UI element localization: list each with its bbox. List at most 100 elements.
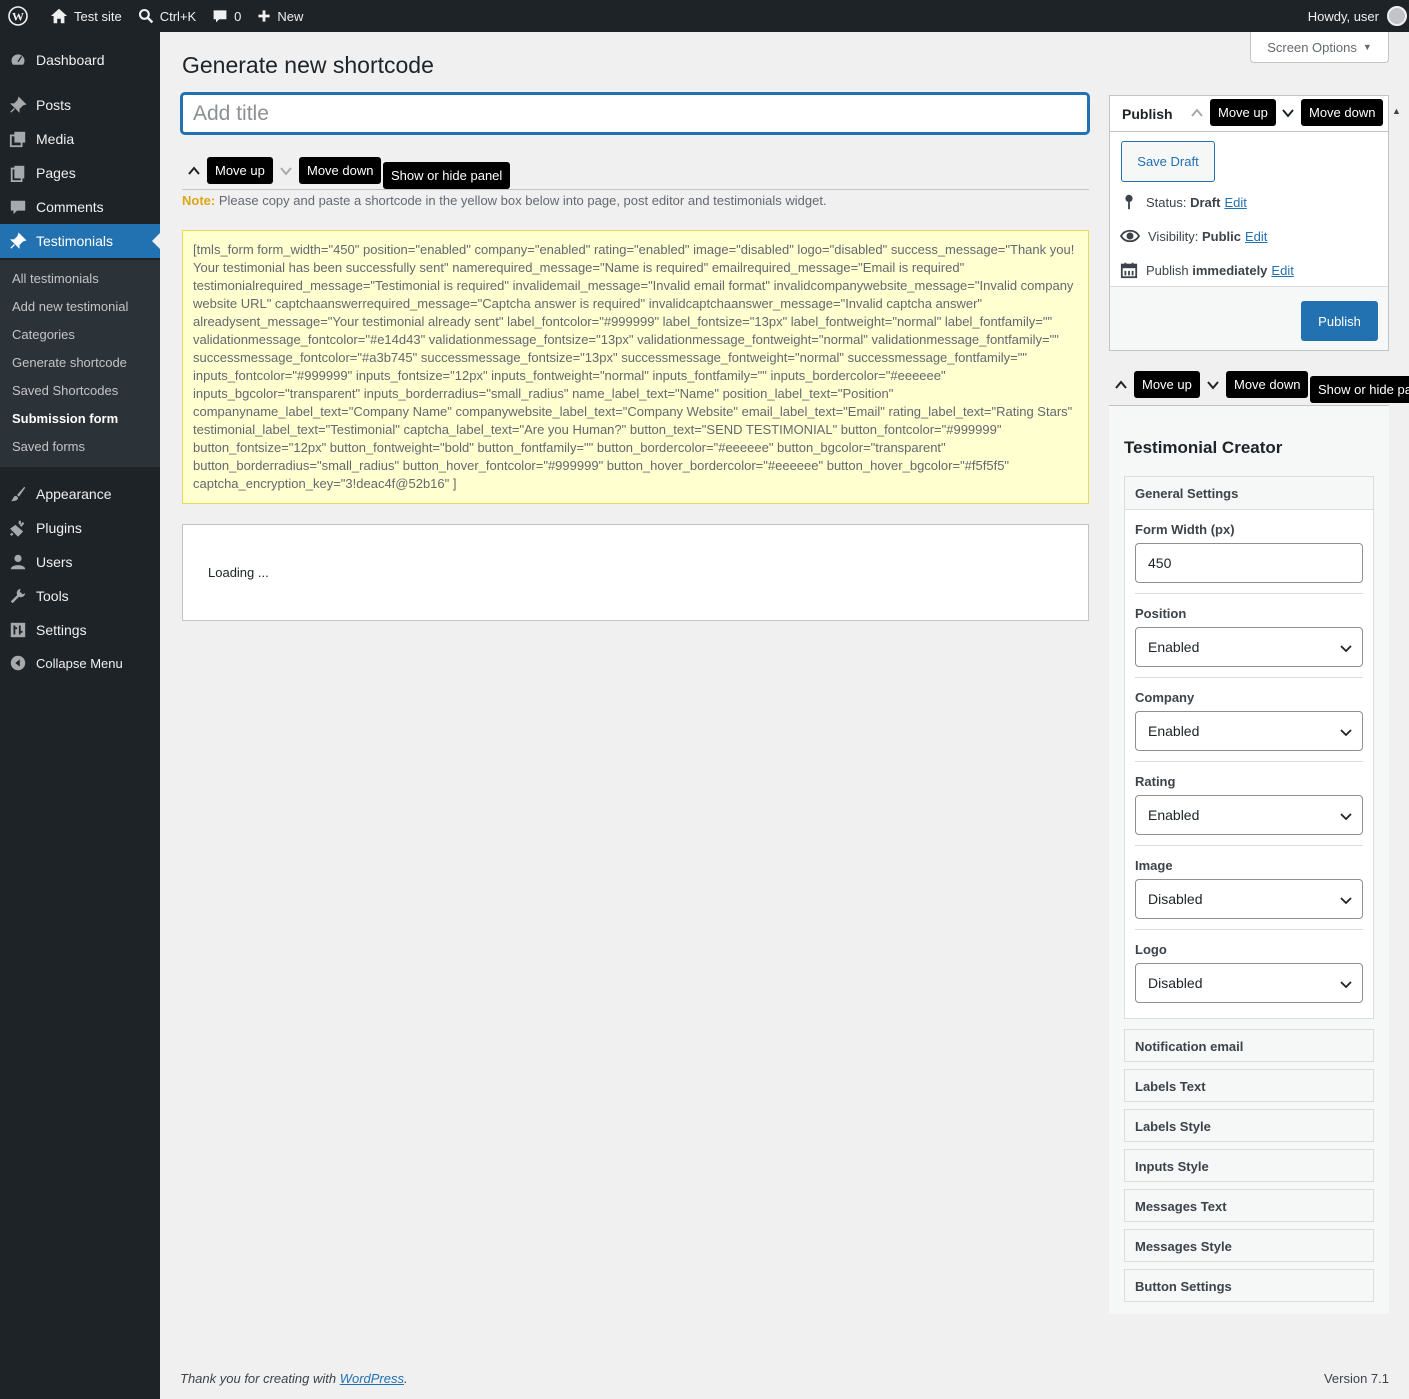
sidebar-label: Comments [36, 199, 104, 215]
howdy-text: Howdy, user [1307, 8, 1379, 24]
comments-link[interactable]: 0 [204, 0, 249, 32]
move-down-tooltip: Move down [299, 157, 382, 184]
company-select[interactable]: Enabled [1135, 711, 1363, 751]
new-label: New [277, 8, 304, 24]
labels-style-section[interactable]: Labels Style [1124, 1109, 1374, 1142]
publish-move-up-button[interactable] [1187, 103, 1207, 123]
messages-style-section[interactable]: Messages Style [1124, 1229, 1374, 1262]
my-account-menu[interactable]: Howdy, user [1300, 0, 1409, 32]
inputs-style-section[interactable]: Inputs Style [1124, 1149, 1374, 1182]
edit-status-link[interactable]: Edit [1224, 195, 1246, 210]
screen-options-button[interactable]: Screen Options ▼ [1250, 32, 1389, 63]
sidebar-item-media[interactable]: Media [0, 122, 160, 156]
collapse-triangle-icon[interactable]: ▲ [1392, 106, 1401, 116]
chevron-down-icon [280, 167, 292, 176]
submenu-item-saved-forms[interactable]: Saved forms [12, 439, 85, 454]
position-value: Enabled [1148, 639, 1200, 655]
field-separator [1135, 929, 1363, 930]
submenu-item-all-testimonials[interactable]: All testimonials [12, 271, 99, 286]
move-up-tooltip: Move up [207, 157, 273, 184]
shortcode-box[interactable]: [tmls_form form_width="450" position="en… [182, 230, 1089, 504]
sidebar-item-dashboard[interactable]: Dashboard [0, 43, 160, 77]
submenu-item-categories[interactable]: Categories [12, 327, 75, 342]
logo-select[interactable]: Disabled [1135, 963, 1363, 1003]
position-select[interactable]: Enabled [1135, 627, 1363, 667]
submenu-item-saved-shortcodes[interactable]: Saved Shortcodes [12, 383, 118, 398]
wordpress-link[interactable]: WordPress [340, 1371, 404, 1386]
wrench-icon [10, 588, 26, 604]
creator-move-down-button[interactable] [1203, 375, 1223, 395]
sidebar-item-posts[interactable]: Posts [0, 88, 160, 122]
edit-publish-date-link[interactable]: Edit [1271, 263, 1293, 278]
labels-text-section[interactable]: Labels Text [1124, 1069, 1374, 1102]
settings-icon [10, 622, 26, 638]
current-menu-arrow [152, 233, 160, 249]
logo-value: Disabled [1148, 975, 1203, 991]
publish-date-row: Publish immediately Edit [1120, 261, 1294, 279]
general-settings-header[interactable]: General Settings [1125, 477, 1373, 510]
move-up-button[interactable] [184, 161, 204, 181]
submenu-item-add-new[interactable]: Add new testimonial [12, 299, 128, 314]
sidebar-item-settings[interactable]: Settings [0, 613, 160, 647]
notification-email-section[interactable]: Notification email [1124, 1029, 1374, 1062]
search-icon [138, 8, 153, 24]
move-down-button[interactable] [276, 161, 296, 181]
form-width-input[interactable]: 450 [1135, 543, 1363, 583]
sidebar-item-users[interactable]: Users [0, 545, 160, 579]
move-up-tooltip: Move up [1134, 371, 1200, 398]
sidebar-label: Media [36, 131, 75, 147]
button-settings-section[interactable]: Button Settings [1124, 1269, 1374, 1302]
sidebar-label: Settings [36, 622, 87, 638]
form-width-label: Form Width (px) [1135, 522, 1235, 537]
footer-thanks-prefix: Thank you for creating with [180, 1371, 340, 1386]
site-name-link[interactable]: Test site [42, 0, 130, 32]
media-icon [9, 131, 26, 148]
home-icon [50, 8, 68, 24]
new-content-button[interactable]: New [249, 0, 311, 32]
footer-thanks: Thank you for creating with WordPress. [180, 1371, 408, 1386]
save-draft-button[interactable]: Save Draft [1121, 141, 1215, 182]
dashboard-icon [10, 53, 26, 67]
avatar [1387, 6, 1407, 26]
wordpress-logo-button[interactable]: W [0, 0, 42, 32]
title-input[interactable] [181, 93, 1089, 134]
visibility-row: Visibility: Public Edit [1120, 227, 1267, 245]
chevron-down-icon [1340, 981, 1352, 989]
general-settings-section: General Settings Form Width (px) 450 Pos… [1124, 476, 1374, 1019]
submenu-item-generate-shortcode[interactable]: Generate shortcode [12, 355, 127, 370]
sidebar-item-comments[interactable]: Comments [0, 190, 160, 224]
field-separator [1135, 761, 1363, 762]
submenu-item-submission-form[interactable]: Submission form [12, 411, 118, 426]
sidebar-item-pages[interactable]: Pages [0, 156, 160, 190]
collapse-menu-button[interactable]: Collapse Menu [0, 646, 160, 680]
show-hide-panel-tooltip: Show or hide pa [1310, 376, 1409, 403]
sidebar-label: Dashboard [36, 52, 105, 68]
chevron-down-icon [1340, 813, 1352, 821]
sidebar-item-plugins[interactable]: Plugins [0, 511, 160, 545]
sidebar-item-tools[interactable]: Tools [0, 579, 160, 613]
move-down-tooltip: Move down [1301, 99, 1384, 126]
image-select[interactable]: Disabled [1135, 879, 1363, 919]
edit-visibility-link[interactable]: Edit [1245, 229, 1267, 244]
sidebar-item-appearance[interactable]: Appearance [0, 477, 160, 511]
page-title: Generate new shortcode [182, 52, 434, 78]
rating-select[interactable]: Enabled [1135, 795, 1363, 835]
plus-icon [258, 10, 271, 22]
creator-move-up-button[interactable] [1111, 375, 1131, 395]
status-label: Status: [1146, 194, 1187, 210]
search-command-button[interactable]: Ctrl+K [130, 0, 204, 32]
form-width-value: 450 [1148, 555, 1172, 571]
publish-move-down-button[interactable] [1278, 103, 1298, 123]
sidebar-item-testimonials[interactable]: Testimonials [0, 224, 160, 258]
creator-title: Testimonial Creator [1124, 438, 1283, 457]
plug-icon [10, 520, 25, 537]
pin-icon [10, 232, 27, 249]
sidebar-label: Users [36, 554, 73, 570]
publish-button[interactable]: Publish [1301, 301, 1378, 341]
chevron-down-icon [1340, 897, 1352, 905]
messages-text-section[interactable]: Messages Text [1124, 1189, 1374, 1222]
footer-thanks-suffix: . [404, 1371, 408, 1386]
field-separator [1135, 593, 1363, 594]
move-up-tooltip: Move up [1210, 99, 1276, 126]
note-text: Please copy and paste a shortcode in the… [215, 193, 827, 208]
